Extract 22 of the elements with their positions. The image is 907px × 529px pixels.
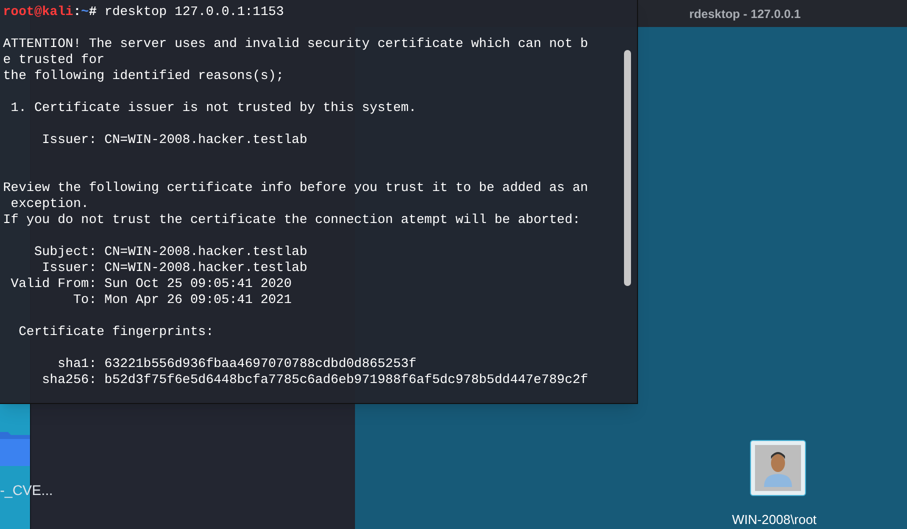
terminal-output-line: Review the following certificate info before you trust it to be added as an <box>3 180 588 196</box>
terminal-output-line: Certificate fingerprints: <box>18 324 214 340</box>
terminal-output-line: If you do not trust the certificate the connection atempt will be aborted: <box>3 212 580 228</box>
terminal-output-line: sha1: 63221b556d936fbaa4697070788cdbd0d865253f <box>56 356 416 372</box>
scrollbar-thumb[interactable] <box>624 50 631 286</box>
terminal-output-line: the following identified reasons(s); <box>3 68 284 84</box>
folder-icon <box>0 430 30 466</box>
terminal-output-line: exception. <box>10 196 89 212</box>
terminal-output-line: 1. Certificate issuer is not trusted by this system. <box>10 100 416 116</box>
window-title: rdesktop - 127.0.0.1 <box>689 6 801 22</box>
user-tile[interactable] <box>750 440 806 496</box>
terminal-output-line: Issuer: CN=WIN-2008.hacker.testlab <box>41 132 308 148</box>
command-prompt-line: root@kali:~# rdesktop 127.0.0.1:1153 <box>3 4 284 20</box>
terminal-output-line: Subject: CN=WIN-2008.hacker.testlab <box>33 244 308 260</box>
terminal-output-line: e trusted for <box>3 52 104 68</box>
user-silhouette-icon <box>755 445 801 491</box>
user-tile-label: WIN-2008\root <box>732 511 817 529</box>
terminal-output-line: To: Mon Apr 26 09:05:41 2021 <box>72 292 292 308</box>
terminal-output-line: Valid From: Sun Oct 25 09:05:41 2020 <box>10 276 292 292</box>
terminal-output-line: ATTENTION! The server uses and invalid security certificate which can not b <box>3 36 588 52</box>
terminal-output-line: sha256: b52d3f75f6e5d6448bcfa7785c6ad6eb971988f6af5dc978b5dd447e789c2f <box>41 372 588 388</box>
terminal-output-line: Issuer: CN=WIN-2008.hacker.testlab <box>41 260 308 276</box>
